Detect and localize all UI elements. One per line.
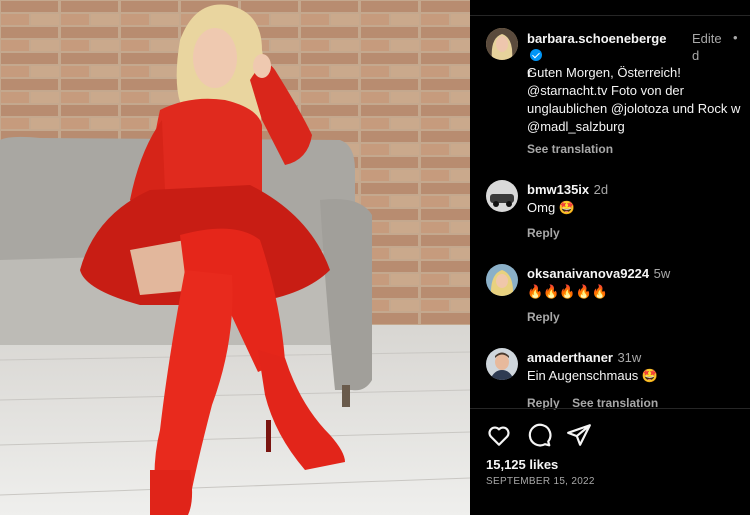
- comment-text-content: Omg: [527, 200, 556, 215]
- header-divider: [470, 15, 750, 16]
- caption-line: @starnacht.tv Foto von der: [527, 83, 684, 98]
- footer-divider: [470, 408, 750, 409]
- comment-text: 🔥🔥🔥🔥🔥: [527, 283, 608, 301]
- comment-time[interactable]: 31w: [617, 350, 641, 365]
- comment-username[interactable]: oksanaivanova9224: [527, 266, 649, 281]
- edited-label-line1: Edite: [692, 31, 722, 46]
- dot-separator: •: [733, 30, 738, 45]
- post-date[interactable]: SEPTEMBER 15, 2022: [486, 476, 595, 487]
- caption-see-translation[interactable]: See translation: [527, 142, 613, 156]
- comment-emoji: 🤩: [641, 368, 659, 383]
- post-details-panel: barbara.schoeneberge r Edite d • Guten M…: [470, 0, 750, 515]
- comment-reply-button[interactable]: Reply: [527, 226, 560, 240]
- author-avatar[interactable]: [486, 28, 518, 60]
- comment-avatar-image: [486, 264, 518, 296]
- comment-avatar[interactable]: [486, 264, 518, 296]
- edited-label-line2: d: [692, 48, 700, 63]
- likes-count[interactable]: 15,125 likes: [486, 457, 558, 472]
- comment-header: bmw135ix 2d: [527, 181, 608, 199]
- comment-button[interactable]: [526, 422, 552, 448]
- comment-time[interactable]: 2d: [594, 182, 608, 197]
- author-username-line1: barbara.schoeneberge: [527, 31, 667, 46]
- post-photo[interactable]: [0, 0, 470, 515]
- comment-actions: Reply See translation: [527, 394, 658, 412]
- post-caption: Guten Morgen, Österreich! @starnacht.tv …: [527, 64, 750, 136]
- verified-icon: [530, 49, 542, 61]
- share-icon: [567, 424, 591, 446]
- comment-reply-button[interactable]: Reply: [527, 310, 560, 324]
- comment-header: oksanaivanova9224 5w: [527, 265, 670, 283]
- comment-emoji: 🤩: [558, 200, 575, 215]
- comment-text-content: Ein Augenschmaus: [527, 368, 639, 383]
- comment-username[interactable]: bmw135ix: [527, 182, 589, 197]
- photo-illustration: [0, 0, 470, 515]
- comment-time[interactable]: 5w: [654, 266, 671, 281]
- edited-label: Edite d: [692, 30, 722, 64]
- comment-header: amaderthaner 31w: [527, 349, 641, 367]
- comment-icon: [528, 423, 552, 447]
- caption-line: @madl_salzburg: [527, 119, 625, 134]
- author-avatar-image: [486, 28, 518, 60]
- heart-icon: [488, 426, 510, 446]
- caption-line: unglaublichen @jolotoza und Rock w: [527, 101, 741, 116]
- comment-username[interactable]: amaderthaner: [527, 350, 613, 365]
- comment-avatar-image: [486, 180, 518, 212]
- caption-line: Guten Morgen, Österreich!: [527, 65, 681, 80]
- share-button[interactable]: [566, 422, 592, 448]
- comment-text: Ein Augenschmaus 🤩: [527, 367, 658, 385]
- comment-text: Omg 🤩: [527, 199, 575, 217]
- comment-avatar[interactable]: [486, 180, 518, 212]
- like-button[interactable]: [486, 422, 512, 448]
- comment-emoji: 🔥🔥🔥🔥🔥: [527, 284, 608, 299]
- comment-avatar-image: [486, 348, 518, 380]
- comment-avatar[interactable]: [486, 348, 518, 380]
